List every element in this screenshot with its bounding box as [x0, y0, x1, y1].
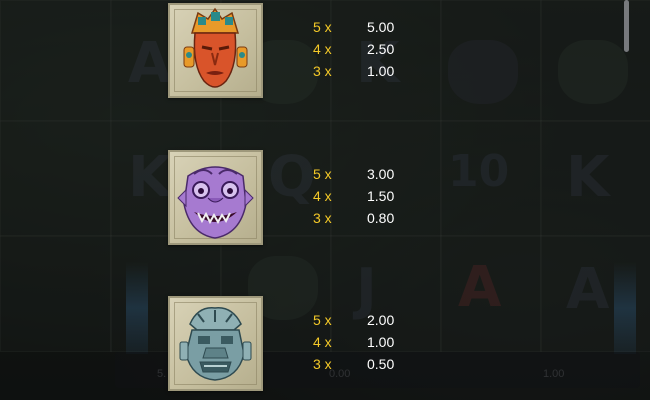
- multiplier-label: 4 x: [313, 41, 332, 57]
- payout-value: 1.00: [367, 334, 395, 350]
- paytable-entry: 5 x 3.00 4 x 1.50 3 x 0.80: [0, 147, 650, 247]
- payout-value: 2.50: [367, 41, 395, 57]
- symbol-tile: [168, 3, 263, 98]
- multiplier-label: 3 x: [313, 210, 332, 226]
- payout-value: 0.50: [367, 356, 395, 372]
- payout-value: 2.00: [367, 312, 395, 328]
- teal-stone-mask-icon: [179, 307, 252, 381]
- multiplier-label: 5 x: [313, 19, 332, 35]
- multiplier-label: 3 x: [313, 63, 332, 79]
- purple-demon-mask-icon: [177, 166, 254, 239]
- paytable-entry: 5 x 5.00 4 x 2.50 3 x 1.00: [0, 0, 650, 100]
- payout-value: 0.80: [367, 210, 395, 226]
- multiplier-label: 5 x: [313, 166, 332, 182]
- multiplier-label: 4 x: [313, 188, 332, 204]
- payout-value: 3.00: [367, 166, 395, 182]
- multiplier-label: 4 x: [313, 334, 332, 350]
- payout-value: 5.00: [367, 19, 395, 35]
- symbol-tile: [168, 296, 263, 391]
- multiplier-label: 3 x: [313, 356, 332, 372]
- orange-tribal-mask-icon: [183, 7, 248, 88]
- payout-value: 1.00: [367, 63, 395, 79]
- payout-value: 1.50: [367, 188, 395, 204]
- multiplier-label: 5 x: [313, 312, 332, 328]
- symbol-tile: [168, 150, 263, 245]
- paytable-entry: 5 x 2.00 4 x 1.00 3 x 0.50: [0, 293, 650, 393]
